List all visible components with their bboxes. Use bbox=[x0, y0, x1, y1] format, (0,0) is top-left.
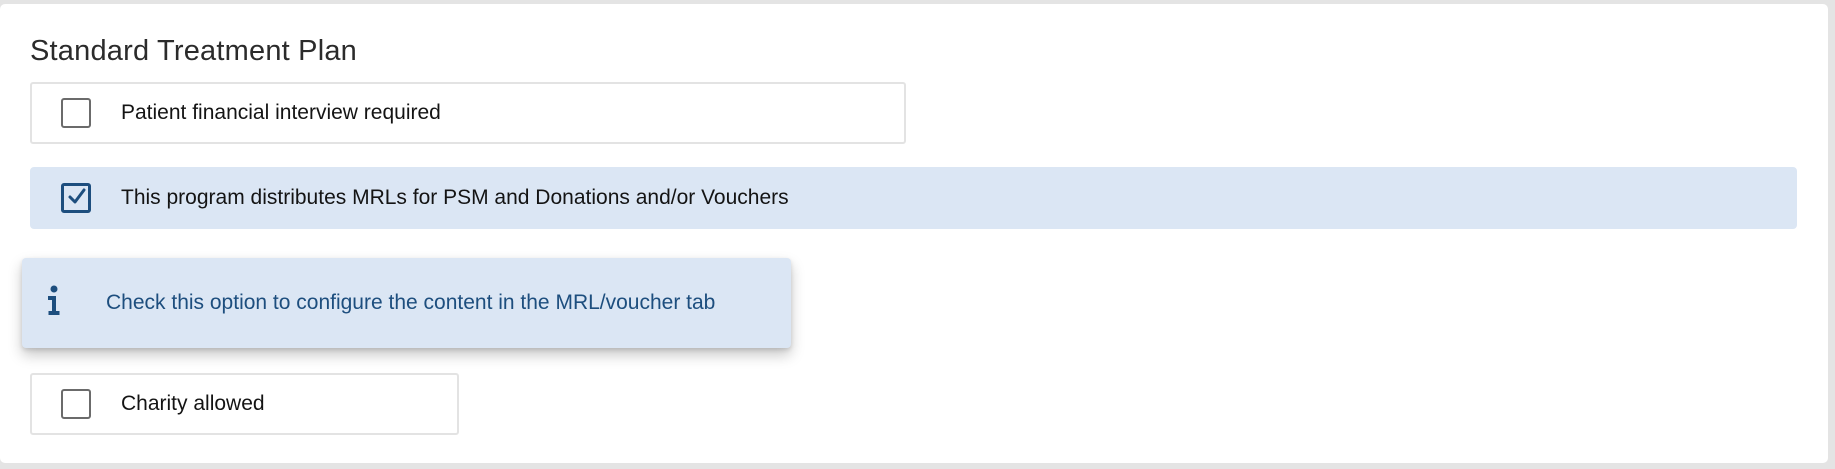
checkbox-financial-interview[interactable] bbox=[61, 98, 91, 128]
info-tooltip-text: Check this option to configure the conte… bbox=[106, 291, 716, 314]
option-charity-allowed[interactable]: Charity allowed bbox=[30, 373, 459, 435]
section-title: Standard Treatment Plan bbox=[30, 35, 358, 67]
checkbox-charity-allowed[interactable] bbox=[61, 389, 91, 419]
checkmark-icon bbox=[68, 188, 86, 204]
option-distributes-mrls[interactable]: This program distributes MRLs for PSM an… bbox=[30, 167, 1797, 229]
option-charity-allowed-label: Charity allowed bbox=[121, 392, 265, 415]
info-tooltip: Check this option to configure the conte… bbox=[22, 258, 791, 348]
checkbox-distributes-mrls[interactable] bbox=[61, 183, 91, 213]
option-financial-interview-label: Patient financial interview required bbox=[121, 101, 441, 124]
option-financial-interview[interactable]: Patient financial interview required bbox=[30, 82, 906, 144]
info-icon bbox=[48, 285, 60, 315]
option-distributes-mrls-label: This program distributes MRLs for PSM an… bbox=[121, 186, 789, 209]
treatment-plan-card: Standard Treatment Plan Patient financia… bbox=[0, 4, 1828, 463]
